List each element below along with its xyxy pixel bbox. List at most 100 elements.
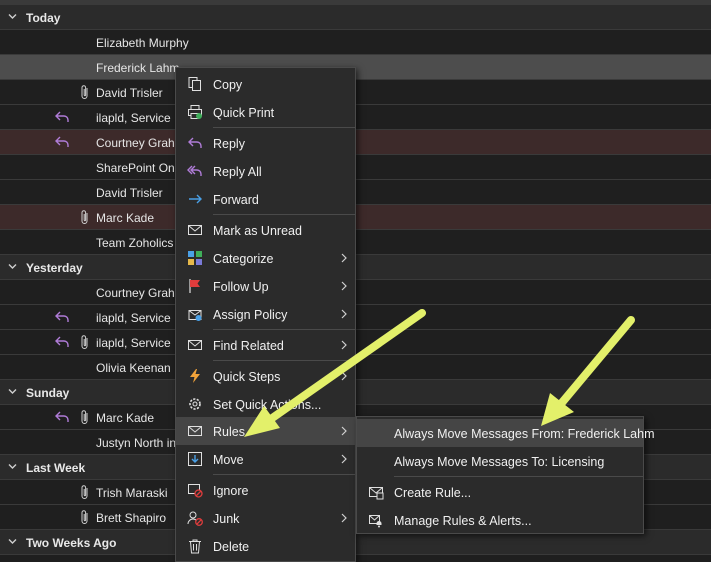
replied-icon (55, 111, 69, 122)
chevron-right-icon (341, 253, 347, 263)
menu-item-mark-as-unread[interactable]: Mark as Unread (176, 216, 355, 244)
lightning-icon (190, 369, 200, 383)
menu-item-label: Ignore (213, 484, 249, 498)
menu-separator (394, 476, 643, 477)
menu-separator (213, 214, 355, 215)
message-sender: Courtney Graha (96, 286, 182, 300)
find-related-icon (188, 340, 202, 350)
message-sender: David Trisler (96, 186, 163, 200)
reply-icon (188, 137, 202, 148)
ignore-icon (188, 484, 203, 498)
paperclip-icon (81, 485, 88, 499)
manage-rules-icon (369, 515, 382, 528)
rules-icon (188, 426, 202, 436)
context-menu: Copy Quick Print Reply Reply All Forward… (175, 67, 356, 562)
group-label: Last Week (26, 461, 86, 475)
menu-item-copy[interactable]: Copy (176, 70, 355, 98)
chevron-right-icon (341, 340, 347, 350)
menu-item-categorize[interactable]: Categorize (176, 244, 355, 272)
submenu-item-create-rule[interactable]: Create Rule... (357, 478, 643, 506)
submenu-item-always-move-from[interactable]: Always Move Messages From: Frederick Lah… (357, 419, 655, 447)
policy-icon (188, 310, 202, 321)
replied-icon (55, 411, 69, 422)
menu-item-label: Delete (213, 540, 250, 554)
submenu-item-label: Always Move Messages From: Frederick Lah… (394, 427, 655, 441)
menu-item-label: Assign Policy (213, 308, 288, 322)
paperclip-icon (81, 335, 88, 349)
menu-item-quick-steps[interactable]: Quick Steps (176, 362, 355, 390)
junk-icon (187, 511, 203, 526)
group-label: Today (26, 11, 61, 25)
menu-item-reply[interactable]: Reply (176, 129, 355, 157)
chevron-down-icon (8, 264, 17, 269)
replied-icon (55, 311, 69, 322)
menu-item-label: Reply (213, 137, 245, 151)
chevron-down-icon (8, 539, 17, 544)
chevron-down-icon (8, 389, 17, 394)
chevron-right-icon (341, 454, 347, 464)
rules-submenu: Always Move Messages From: Frederick Lah… (356, 416, 655, 534)
menu-separator (213, 127, 355, 128)
menu-item-move[interactable]: Move (176, 445, 355, 473)
menu-item-find-related[interactable]: Find Related (176, 331, 355, 359)
chevron-right-icon (341, 309, 347, 319)
message-sender: Team Zoholics (96, 236, 174, 250)
menu-item-assign-policy[interactable]: Assign Policy (176, 300, 355, 328)
menu-separator (213, 329, 355, 330)
message-sender: David Trisler (96, 86, 163, 100)
envelope-icon (188, 225, 202, 235)
menu-item-follow-up[interactable]: Follow Up (176, 272, 355, 300)
trash-icon (189, 539, 201, 554)
menu-item-label: Copy (213, 78, 243, 92)
group-label: Yesterday (26, 261, 83, 275)
menu-item-forward[interactable]: Forward (176, 185, 355, 213)
submenu-item-label: Manage Rules & Alerts... (394, 514, 532, 528)
replied-icon (55, 336, 69, 347)
chevron-right-icon (341, 426, 347, 436)
chevron-down-icon (8, 14, 17, 19)
menu-item-label: Reply All (213, 165, 262, 179)
menu-item-ignore[interactable]: Ignore (176, 476, 355, 504)
message-sender: Brett Shapiro (96, 511, 167, 525)
menu-separator (213, 474, 355, 475)
menu-item-quick-print[interactable]: Quick Print (176, 98, 355, 126)
message-sender: Trish Maraski (96, 486, 168, 500)
paperclip-icon (81, 510, 88, 524)
chevron-down-icon (8, 464, 17, 469)
paperclip-icon (81, 410, 88, 424)
menu-item-set-quick-actions[interactable]: Set Quick Actions... (176, 390, 355, 418)
submenu-item-label: Create Rule... (394, 486, 472, 500)
forward-icon (189, 194, 202, 204)
menu-item-rules[interactable]: Rules (176, 417, 355, 445)
menu-item-delete[interactable]: Delete (176, 532, 355, 560)
menu-item-label: Categorize (213, 252, 274, 266)
menu-item-junk[interactable]: Junk (176, 504, 355, 532)
paperclip-icon (81, 210, 88, 224)
menu-item-label: Set Quick Actions... (213, 398, 322, 412)
submenu-item-label: Always Move Messages To: Licensing (394, 455, 605, 469)
create-rule-icon (369, 487, 384, 500)
move-icon (188, 452, 202, 466)
menu-item-label: Mark as Unread (213, 224, 302, 238)
message-sender: SharePoint Onl (96, 161, 178, 175)
message-sender: Frederick Lahm (96, 61, 180, 75)
message-sender: Courtney Graha (96, 136, 182, 150)
chevron-right-icon (341, 371, 347, 381)
chevron-right-icon (341, 281, 347, 291)
chevron-right-icon (341, 513, 347, 523)
menu-item-reply-all[interactable]: Reply All (176, 157, 355, 185)
menu-item-label: Find Related (213, 339, 284, 353)
menu-item-label: Quick Steps (213, 370, 281, 384)
submenu-item-manage-rules[interactable]: Manage Rules & Alerts... (357, 506, 643, 534)
menu-item-label: Follow Up (213, 280, 269, 294)
group-header-today[interactable]: Today (0, 5, 711, 30)
reply-all-icon (187, 165, 202, 176)
menu-item-label: Quick Print (213, 106, 275, 120)
message-row[interactable]: Elizabeth Murphy (0, 30, 711, 55)
message-sender: Olivia Keenan (96, 361, 171, 375)
group-label: Two Weeks Ago (26, 536, 117, 550)
submenu-item-always-move-to[interactable]: Always Move Messages To: Licensing (357, 447, 643, 475)
menu-item-label: Rules (213, 425, 245, 439)
message-sender: Justyn North in (96, 436, 177, 450)
copy-icon (188, 77, 201, 91)
